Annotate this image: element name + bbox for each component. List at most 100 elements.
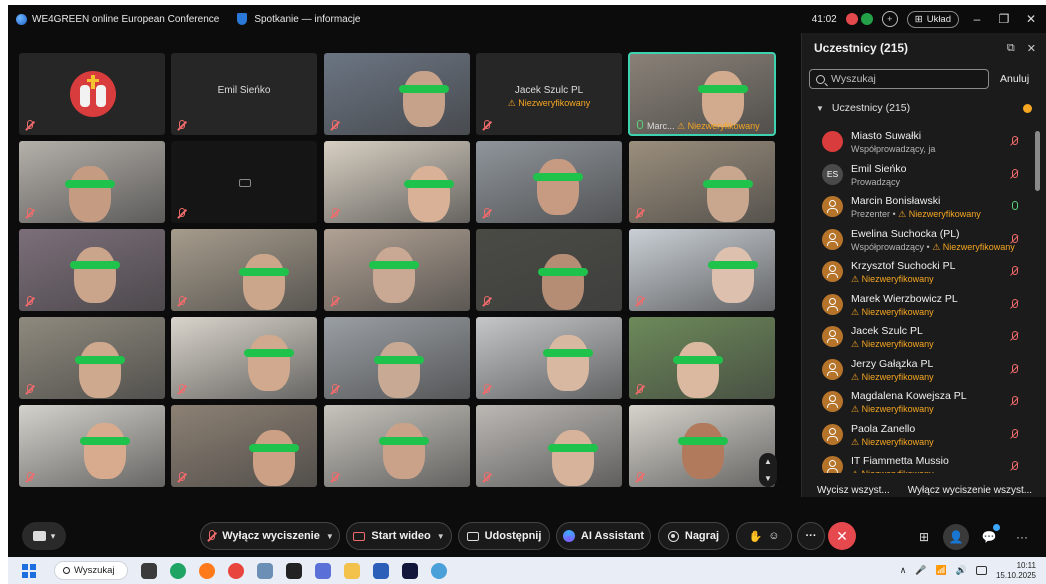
camera-off-icon — [239, 179, 251, 187]
mic-tray-icon[interactable]: 🎤 — [915, 565, 926, 576]
video-tile[interactable] — [476, 141, 622, 223]
taskbar-clock[interactable]: 10:11 15.10.2025 — [996, 561, 1036, 581]
participants-group-header[interactable]: ▼ Uczestnicy (215) — [802, 89, 1046, 114]
close-panel-icon[interactable]: ✕ — [1027, 42, 1036, 55]
video-tile[interactable] — [19, 229, 165, 311]
video-tile[interactable] — [629, 405, 775, 487]
participant-video — [542, 254, 584, 310]
video-tile[interactable] — [19, 405, 165, 487]
mic-muted-icon — [24, 208, 35, 219]
participant-row[interactable]: Krzysztof Suchocki PL ⚠ Niezweryfikowany — [802, 258, 1032, 291]
notepad-icon[interactable] — [373, 562, 389, 579]
terminal-icon[interactable] — [286, 562, 302, 579]
participant-row[interactable]: Marek Wierzbowicz PL ⚠ Niezweryfikowany — [802, 291, 1032, 324]
video-tile[interactable] — [171, 317, 317, 399]
video-tile[interactable] — [324, 141, 470, 223]
windows-start-icon[interactable] — [22, 563, 36, 578]
participant-row[interactable]: Paola Zanello ⚠ Niezweryfikowany — [802, 421, 1032, 454]
participant-search-input[interactable]: Wyszukaj — [809, 69, 989, 89]
video-tile[interactable] — [324, 405, 470, 487]
video-tile[interactable] — [476, 405, 622, 487]
grid-page-scroller[interactable]: ▲ ▼ — [759, 453, 777, 487]
wifi-icon[interactable]: 📶 — [936, 565, 947, 576]
chrome-icon[interactable] — [228, 562, 244, 579]
app-title-area[interactable]: WE4GREEN online European Conference — [16, 13, 219, 25]
video-tile[interactable] — [629, 229, 775, 311]
chevron-down-icon[interactable]: ▼ — [764, 474, 772, 483]
participants-toggle-icon[interactable]: 👤 — [943, 524, 969, 550]
minimize-button[interactable]: – — [968, 12, 986, 26]
video-tile[interactable] — [476, 317, 622, 399]
record-button[interactable]: Nagraj — [658, 522, 729, 550]
video-tile[interactable] — [19, 141, 165, 223]
participant-video — [537, 159, 579, 215]
participant-video — [373, 247, 415, 303]
video-tile[interactable] — [629, 141, 775, 223]
video-tile[interactable]: Marc... ⚠ Niezweryfikowany — [628, 52, 776, 136]
more-options-button[interactable]: ··· — [797, 522, 825, 550]
paint-icon[interactable] — [315, 562, 331, 579]
participant-row[interactable]: Ewelina Suchocka (PL) Współprowadzący • ⚠… — [802, 226, 1032, 259]
participant-row[interactable]: ES Emil Sieńko Prowadzący — [802, 161, 1032, 194]
video-tile[interactable] — [171, 229, 317, 311]
reactions-button[interactable]: ✋ ☺ — [736, 522, 792, 550]
taskbar-search-input[interactable]: Wyszukaj — [54, 561, 128, 580]
layout-button[interactable]: ⊞ Układ — [906, 10, 959, 28]
cancel-search-button[interactable]: Anuluj — [1000, 73, 1029, 85]
start-video-button[interactable]: Start wideo ▼ — [346, 522, 452, 550]
participant-name: Magdalena Kowejsza PL — [851, 390, 967, 402]
participant-row[interactable]: Jacek Szulc PL ⚠ Niezweryfikowany — [802, 323, 1032, 356]
video-tile[interactable] — [171, 141, 317, 223]
share-button[interactable]: Udostępnij — [458, 522, 550, 550]
participant-row[interactable]: Jerzy Gałązka PL ⚠ Niezweryfikowany — [802, 356, 1032, 389]
file-explorer-icon[interactable] — [344, 562, 360, 579]
unmute-button[interactable]: Wyłącz wyciszenie ▼ — [200, 522, 340, 550]
video-tile[interactable]: Emil Sieńko — [171, 53, 317, 135]
more-icon[interactable]: ··· — [1011, 526, 1033, 548]
popout-icon[interactable]: ⧉ — [1007, 42, 1015, 55]
privacy-mask — [239, 268, 289, 276]
privacy-mask — [249, 444, 299, 452]
meeting-info-button[interactable]: Spotkanie — informacje — [237, 13, 361, 25]
video-tile[interactable] — [19, 317, 165, 399]
video-tile[interactable] — [171, 405, 317, 487]
globe-icon[interactable] — [431, 562, 447, 579]
edge-browser-icon[interactable] — [170, 562, 186, 579]
battery-icon[interactable] — [975, 566, 987, 575]
participant-list-scrollbar[interactable] — [1035, 131, 1040, 191]
chat-icon[interactable]: 💬 — [978, 524, 1000, 548]
zoom-icon[interactable]: + — [881, 11, 898, 27]
volume-icon[interactable]: 🔊 — [956, 565, 967, 576]
apps-icon[interactable]: ⊞ — [913, 526, 935, 548]
video-tile[interactable] — [324, 317, 470, 399]
chevron-up-icon[interactable]: ▲ — [764, 457, 772, 466]
calculator-icon[interactable] — [257, 562, 273, 579]
captions-button[interactable]: ▾ — [22, 522, 66, 550]
privacy-mask — [369, 261, 419, 269]
mic-muted-icon — [481, 384, 492, 395]
participant-row[interactable]: IT Fiammetta Mussio ⚠ Niezweryfikowany — [802, 453, 1032, 473]
task-view-icon[interactable] — [141, 562, 157, 579]
participant-row[interactable]: Marcin Bonisławski Prezenter • ⚠ Niezwery… — [802, 193, 1032, 226]
unmute-all-button[interactable]: Wyłącz wyciszenie wszyst... — [908, 485, 1032, 496]
video-tile[interactable] — [629, 317, 775, 399]
mute-all-button[interactable]: Wycisz wszyst... — [817, 485, 890, 496]
maximize-button[interactable]: ❐ — [995, 12, 1013, 26]
chevron-up-icon[interactable]: ∧ — [900, 565, 907, 576]
firefox-icon[interactable] — [199, 562, 215, 579]
video-tile[interactable] — [19, 53, 165, 135]
unverified-status: ⚠ Niezweryfikowany — [851, 371, 934, 382]
participant-name: Jacek Szulc PL — [851, 325, 923, 337]
participant-row[interactable]: Miasto Suwałki Współprowadzący, ja — [802, 128, 1032, 161]
video-tile[interactable] — [476, 229, 622, 311]
participant-row[interactable]: Magdalena Kowejsza PL ⚠ Niezweryfikowany — [802, 388, 1032, 421]
video-tile[interactable] — [324, 229, 470, 311]
close-window-button[interactable]: ✕ — [1022, 12, 1040, 26]
ai-assistant-button[interactable]: AI Assistant — [556, 522, 651, 550]
webex-taskbar-icon[interactable] — [402, 562, 418, 579]
leave-meeting-button[interactable]: ✕ — [828, 522, 856, 550]
mic-muted-icon — [1009, 266, 1019, 277]
privacy-mask — [374, 356, 424, 364]
video-tile[interactable] — [324, 53, 470, 135]
video-tile[interactable]: Jacek Szulc PL ⚠ Niezweryfikowany — [476, 53, 622, 135]
